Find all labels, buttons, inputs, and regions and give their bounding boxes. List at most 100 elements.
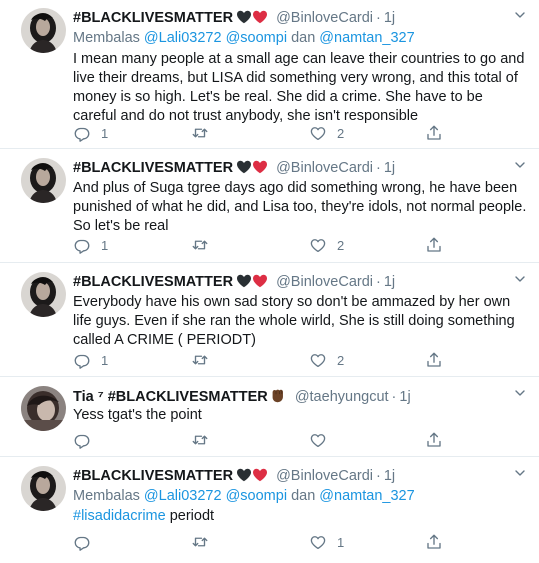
share-icon <box>425 351 443 369</box>
retweet-icon <box>191 533 209 551</box>
avatar[interactable] <box>21 386 66 431</box>
like-icon <box>309 533 327 551</box>
tweet[interactable]: #BLACKLIVESMATTER @BinloveCardi · 1j Every… <box>0 272 539 377</box>
like-icon <box>309 236 327 254</box>
display-name[interactable]: #BLACKLIVESMATTER <box>73 10 233 26</box>
share-icon <box>425 236 443 254</box>
share-button[interactable] <box>425 235 443 255</box>
mention-link[interactable]: @soompi <box>226 30 287 46</box>
reply-icon <box>73 351 91 369</box>
black-heart-icon <box>236 468 252 482</box>
avatar[interactable] <box>21 8 66 53</box>
user-handle[interactable]: @taehyungcut <box>295 389 389 405</box>
user-handle[interactable]: @BinloveCardi <box>276 10 373 26</box>
chevron-down-icon[interactable] <box>515 468 525 478</box>
reply-button[interactable] <box>73 532 101 552</box>
timestamp[interactable]: 1j <box>384 10 395 26</box>
tweet[interactable]: Tia ⁷ #BLACKLIVESMATTER @taehyungcut · 1j … <box>0 386 539 454</box>
mention-link[interactable]: @Lali03272 <box>144 488 222 504</box>
tweet-header: #BLACKLIVESMATTER @BinloveCardi · 1j <box>73 8 509 28</box>
chevron-down-icon[interactable] <box>515 10 525 20</box>
share-button[interactable] <box>425 430 443 450</box>
mention-link[interactable]: @namtan_327 <box>319 30 414 46</box>
display-name[interactable]: #BLACKLIVESMATTER <box>73 274 233 290</box>
mention-link[interactable]: @soompi <box>226 488 287 504</box>
replying-to-label: Membalas <box>73 488 144 504</box>
avatar[interactable] <box>21 272 66 317</box>
red-heart-icon <box>252 274 268 288</box>
tweet-actions <box>73 430 433 450</box>
retweet-icon <box>191 351 209 369</box>
retweet-button[interactable] <box>191 532 219 552</box>
timestamp[interactable]: 1j <box>384 160 395 176</box>
reply-button[interactable]: 1 <box>73 350 108 370</box>
like-icon <box>309 431 327 449</box>
tweet-actions: 1 2 <box>73 235 433 255</box>
retweet-button[interactable] <box>191 123 219 143</box>
chevron-down-icon[interactable] <box>515 274 525 284</box>
retweet-button[interactable] <box>191 350 219 370</box>
share-icon <box>425 533 443 551</box>
retweet-button[interactable] <box>191 235 219 255</box>
tweet-header: Tia ⁷ #BLACKLIVESMATTER @taehyungcut · 1j <box>73 386 509 406</box>
reply-button[interactable]: 1 <box>73 123 108 143</box>
divider <box>0 148 539 149</box>
like-button[interactable]: 2 <box>309 235 344 255</box>
replying-to-and: dan <box>287 30 320 46</box>
red-heart-icon <box>252 10 268 24</box>
timestamp[interactable]: 1j <box>384 274 395 290</box>
tweet-actions: 1 2 <box>73 350 433 370</box>
chevron-down-icon[interactable] <box>515 160 525 170</box>
like-button[interactable]: 1 <box>309 532 344 552</box>
display-name[interactable]: #BLACKLIVESMATTER <box>73 160 233 176</box>
hashtag-link[interactable]: #lisadidacrime <box>73 508 166 524</box>
avatar[interactable] <box>21 158 66 203</box>
reply-count: 1 <box>101 125 109 141</box>
timestamp[interactable]: 1j <box>399 389 410 405</box>
separator-dot: · <box>376 160 381 176</box>
display-name[interactable]: Tia ⁷ #BLACKLIVESMATTER <box>73 389 268 405</box>
user-handle[interactable]: @BinloveCardi <box>276 274 373 290</box>
tweet[interactable]: #BLACKLIVESMATTER @BinloveCardi · 1j And p… <box>0 158 539 263</box>
user-handle[interactable]: @BinloveCardi <box>276 468 373 484</box>
user-handle[interactable]: @BinloveCardi <box>276 160 373 176</box>
tweet[interactable]: #BLACKLIVESMATTER @BinloveCardi · 1j Memba… <box>0 8 539 158</box>
divider <box>0 456 539 457</box>
tweet-text: I mean many people at a small age can le… <box>73 51 525 124</box>
tweet-text: Everybody have his own sad story so don'… <box>73 294 515 348</box>
like-button[interactable]: 2 <box>309 350 344 370</box>
share-button[interactable] <box>425 123 443 143</box>
reply-button[interactable]: 1 <box>73 235 108 255</box>
red-heart-icon <box>252 468 268 482</box>
replying-to: Membalas @Lali03272 @soompi dan @namtan_… <box>73 486 415 506</box>
like-button[interactable] <box>309 430 337 450</box>
black-heart-icon <box>236 274 252 288</box>
tweet-text: Yess tgat's the point <box>73 407 202 423</box>
chevron-down-icon[interactable] <box>515 388 525 398</box>
tweet-actions: 1 2 <box>73 123 433 143</box>
reply-count: 1 <box>101 237 109 253</box>
divider <box>0 262 539 263</box>
separator-dot: · <box>376 10 381 26</box>
retweet-button[interactable] <box>191 430 219 450</box>
like-button[interactable]: 2 <box>309 123 344 143</box>
retweet-icon <box>191 431 209 449</box>
retweet-icon <box>191 124 209 142</box>
tweet-text: And plus of Suga tgree days ago did some… <box>73 180 527 234</box>
mention-link[interactable]: @Lali03272 <box>144 30 222 46</box>
like-count: 2 <box>337 352 345 368</box>
tweet[interactable]: #BLACKLIVESMATTER @BinloveCardi · 1j Memba… <box>0 466 539 563</box>
display-name[interactable]: #BLACKLIVESMATTER <box>73 468 233 484</box>
share-button[interactable] <box>425 350 443 370</box>
share-icon <box>425 124 443 142</box>
like-count: 1 <box>337 534 345 550</box>
like-count: 2 <box>337 125 345 141</box>
avatar[interactable] <box>21 466 66 511</box>
share-button[interactable] <box>425 532 443 552</box>
tweet-text: #lisadidacrime periodt <box>73 507 529 526</box>
timestamp[interactable]: 1j <box>384 468 395 484</box>
tweet-text-after: periodt <box>165 508 215 524</box>
reply-icon <box>73 431 91 449</box>
mention-link[interactable]: @namtan_327 <box>319 488 414 504</box>
reply-button[interactable] <box>73 430 101 450</box>
